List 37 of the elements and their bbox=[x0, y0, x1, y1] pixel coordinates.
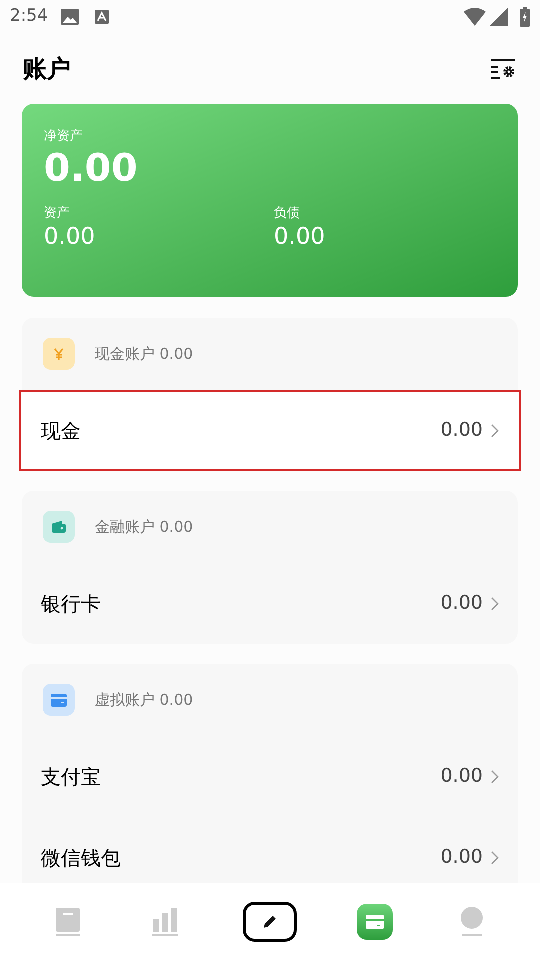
chevron-right-icon bbox=[491, 850, 499, 864]
wifi-icon bbox=[464, 8, 486, 26]
image-icon bbox=[61, 9, 80, 25]
chevron-right-icon bbox=[491, 596, 499, 610]
account-row[interactable]: 微信钱包 0.00 bbox=[19, 817, 521, 883]
net-assets-value: 0.00 bbox=[44, 149, 138, 187]
account-name: 现金 bbox=[41, 418, 81, 444]
account-amount: 0.00 bbox=[440, 591, 483, 616]
net-assets-label: 净资产 bbox=[44, 130, 83, 143]
group-title: 现金账户 0.00 bbox=[95, 344, 194, 365]
group-title: 金融账户 0.00 bbox=[95, 516, 194, 538]
group-title: 虚拟账户 0.00 bbox=[95, 690, 194, 711]
yen-icon bbox=[43, 338, 75, 370]
account-row[interactable]: 现金 0.00 bbox=[19, 390, 521, 471]
signal-icon bbox=[490, 8, 508, 26]
status-time: 2:54 bbox=[10, 5, 48, 28]
wallet-icon bbox=[43, 511, 75, 543]
card-icon bbox=[43, 684, 75, 716]
assets-label: 资产 bbox=[44, 207, 70, 220]
account-row[interactable]: 支付宝 0.00 bbox=[19, 736, 521, 817]
liabilities-label: 负债 bbox=[274, 207, 300, 220]
chevron-right-icon bbox=[491, 424, 499, 438]
account-name: 支付宝 bbox=[41, 764, 101, 790]
account-name: 微信钱包 bbox=[41, 844, 121, 872]
account-amount: 0.00 bbox=[440, 764, 483, 790]
account-amount: 0.00 bbox=[440, 418, 483, 444]
wallet-tab[interactable] bbox=[357, 904, 394, 940]
account-name: 银行卡 bbox=[41, 590, 101, 618]
battery-icon bbox=[520, 7, 530, 27]
compose-button[interactable] bbox=[242, 902, 297, 942]
text-icon bbox=[95, 10, 110, 24]
liabilities-value: 0.00 bbox=[274, 226, 326, 249]
page-title: 账户 bbox=[23, 54, 71, 85]
chevron-right-icon bbox=[491, 770, 499, 784]
account-amount: 0.00 bbox=[440, 845, 483, 870]
assets-value: 0.00 bbox=[44, 226, 96, 249]
account-row[interactable]: 银行卡 0.00 bbox=[19, 563, 521, 644]
